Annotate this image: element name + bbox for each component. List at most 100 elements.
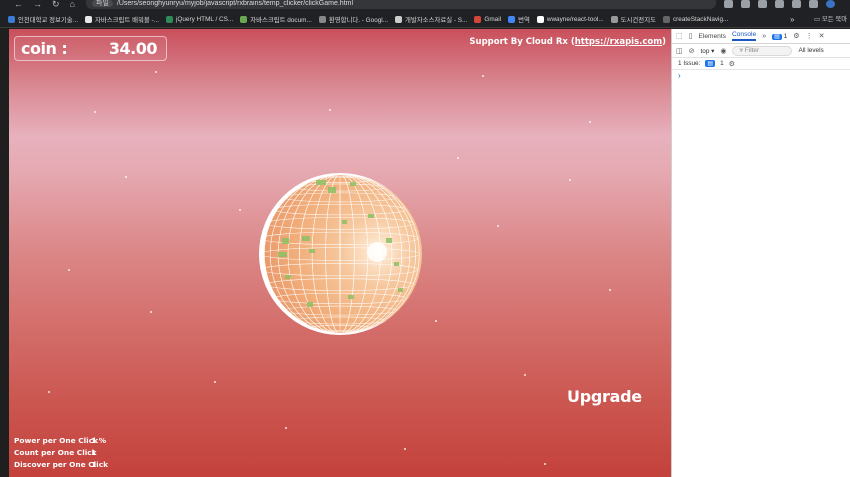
bookmark-label: 개발자소스자료실 - S... — [405, 16, 468, 24]
coin-value: 34.00 — [108, 39, 158, 58]
bookmark-favicon-icon — [85, 15, 93, 23]
live-expression-eye-icon[interactable]: ◉ — [720, 47, 726, 55]
stat-row: Count per One Click 1 — [14, 447, 106, 459]
bookmark-label: jQuery HTML / CS... — [175, 15, 234, 23]
background-star — [285, 427, 287, 429]
bookmark-item[interactable]: 자바스크립트 배워볼 -... — [85, 15, 159, 24]
inspect-element-icon[interactable]: ⬚ — [676, 32, 683, 40]
console-toolbar: ◫ ⊘ top ▾ ◉ ⩔ Filter All levels — [672, 44, 850, 58]
bookmark-item[interactable]: jQuery HTML / CS... — [165, 15, 234, 23]
background-star — [589, 121, 591, 123]
reload-icon[interactable]: ↻ — [52, 0, 60, 11]
messages-counter[interactable]: ▤ 1 — [772, 33, 787, 40]
bookmark-item[interactable]: wwayne/react-tool... — [536, 15, 604, 23]
home-icon[interactable]: ⌂ — [70, 0, 75, 11]
bookmark-item[interactable]: createStackNavig... — [662, 15, 729, 23]
issues-bar[interactable]: 1 Issue: ▤ 1 ⚙ — [672, 58, 850, 70]
stat-value: 1 % — [91, 436, 107, 445]
bookmark-label: 자바스크립트 배워볼 -... — [95, 16, 159, 24]
extensions-puzzle-icon[interactable] — [792, 0, 801, 8]
bookmark-item[interactable]: 환영합니다. - Googl... — [318, 15, 388, 24]
bookmark-label: 자바스크립트 docum... — [250, 16, 312, 24]
more-options-icon[interactable]: ⋮ — [806, 32, 813, 40]
filter-icon: ⩔ — [739, 46, 744, 54]
background-star — [457, 157, 459, 159]
issues-label: 1 Issue: — [678, 60, 701, 67]
stat-value: 1 — [91, 460, 97, 469]
forward-arrow-icon[interactable]: → — [33, 0, 42, 11]
bookmark-label: wwayne/react-tool... — [546, 15, 604, 23]
back-arrow-icon[interactable]: ← — [14, 0, 23, 11]
console-filter-placeholder: Filter — [744, 46, 760, 54]
background-star — [155, 71, 157, 73]
stat-value: 1 — [91, 448, 97, 457]
devtools-tab-bar: ⬚ ▯ Elements Console » ▤ 1 ⚙ ⋮ ✕ — [672, 29, 850, 44]
bookmark-item[interactable]: Gmail — [474, 15, 502, 23]
issues-count: 1 — [720, 60, 724, 67]
bookmark-label: 도시건전지도 — [620, 16, 656, 24]
device-toolbar-icon[interactable]: ▯ — [689, 32, 693, 40]
bookmark-label: Gmail — [484, 15, 502, 23]
all-bookmarks-folder[interactable]: ▭ 모든 북마 — [814, 11, 847, 28]
address-bar-row: ← → ↻ ⌂ 파일/Users/seonghyunryu/myjob/java… — [0, 0, 850, 11]
clickable-planet-sphere[interactable] — [258, 172, 422, 336]
sidepanel-icon[interactable] — [809, 0, 818, 8]
bookmark-item[interactable]: 인천대학교 정보기술... — [8, 15, 78, 24]
bookmark-favicon-icon — [318, 15, 326, 23]
more-tabs-button[interactable]: » — [762, 33, 766, 40]
bookmarks-bar: 인천대학교 정보기술... 자바스크립트 배워볼 -... jQuery HTML … — [0, 11, 850, 28]
profile-avatar[interactable] — [826, 0, 835, 8]
bookmark-item[interactable]: 번역 — [508, 15, 530, 24]
support-suffix: ) — [662, 37, 666, 47]
tab-elements[interactable]: Elements — [698, 33, 726, 40]
url-scheme-chip[interactable]: 파일 — [92, 0, 113, 7]
bookmark-label: 번역 — [518, 16, 530, 24]
settings-gear-icon[interactable]: ⚙ — [793, 32, 799, 40]
stat-label: Discover per One Click — [14, 460, 109, 469]
background-star — [524, 374, 526, 376]
console-filter-input[interactable]: ⩔ Filter — [732, 45, 793, 56]
nav-buttons: ← → ↻ ⌂ — [14, 0, 75, 11]
extension-icon[interactable] — [775, 0, 784, 8]
extension-icon[interactable] — [724, 0, 733, 8]
log-levels-dropdown[interactable]: All levels — [798, 47, 823, 54]
background-star — [569, 179, 571, 181]
bookmark-favicon-icon — [610, 15, 618, 23]
sidebar-toggle-icon[interactable]: ◫ — [676, 47, 683, 55]
bookmark-item[interactable]: 도시건전지도 — [610, 15, 656, 24]
upgrade-button[interactable]: Upgrade — [567, 387, 642, 406]
background-star — [329, 109, 331, 111]
stat-label: Power per One Click — [14, 436, 98, 445]
close-devtools-icon[interactable]: ✕ — [819, 32, 825, 40]
bookmark-item[interactable]: 개발자소스자료실 - S... — [395, 15, 467, 24]
console-prompt[interactable]: › — [672, 70, 850, 82]
support-link[interactable]: https://rxapis.com — [575, 37, 662, 47]
bookmark-favicon-icon — [165, 15, 173, 23]
context-selector-value: top — [700, 47, 710, 55]
extension-icon[interactable] — [741, 0, 750, 8]
coin-display: coin : 34.00 — [14, 36, 167, 61]
game-canvas[interactable]: coin : 34.00 Support By Cloud Rx (https:… — [9, 29, 671, 477]
bookmarks-more-button[interactable]: » — [790, 11, 794, 28]
devtools-panel: ⬚ ▯ Elements Console » ▤ 1 ⚙ ⋮ ✕ ◫ ⊘ top… — [671, 29, 850, 477]
stat-row: Discover per One Click 1 — [14, 459, 109, 471]
extension-icons — [724, 0, 835, 10]
background-star — [214, 381, 216, 383]
extension-icon[interactable] — [758, 0, 767, 8]
bookmark-favicon-icon — [240, 15, 248, 23]
support-credit: Support By Cloud Rx (https://rxapis.com) — [469, 37, 666, 47]
url-field[interactable]: 파일/Users/seonghyunryu/myjob/javascript/r… — [86, 0, 716, 9]
tab-console[interactable]: Console — [731, 31, 757, 41]
background-star — [497, 225, 499, 227]
bookmark-favicon-icon — [508, 15, 516, 23]
background-star — [68, 269, 70, 271]
background-star — [544, 463, 546, 465]
context-selector[interactable]: top ▾ — [701, 47, 715, 55]
bookmark-item[interactable]: 자바스크립트 docum... — [240, 15, 312, 24]
bookmark-label: createStackNavig... — [672, 15, 729, 23]
support-prefix: Support By Cloud Rx ( — [469, 37, 575, 47]
issues-settings-gear-icon[interactable]: ⚙ — [729, 60, 735, 68]
background-star — [482, 75, 484, 77]
background-star — [94, 111, 96, 113]
clear-console-icon[interactable]: ⊘ — [689, 47, 695, 55]
